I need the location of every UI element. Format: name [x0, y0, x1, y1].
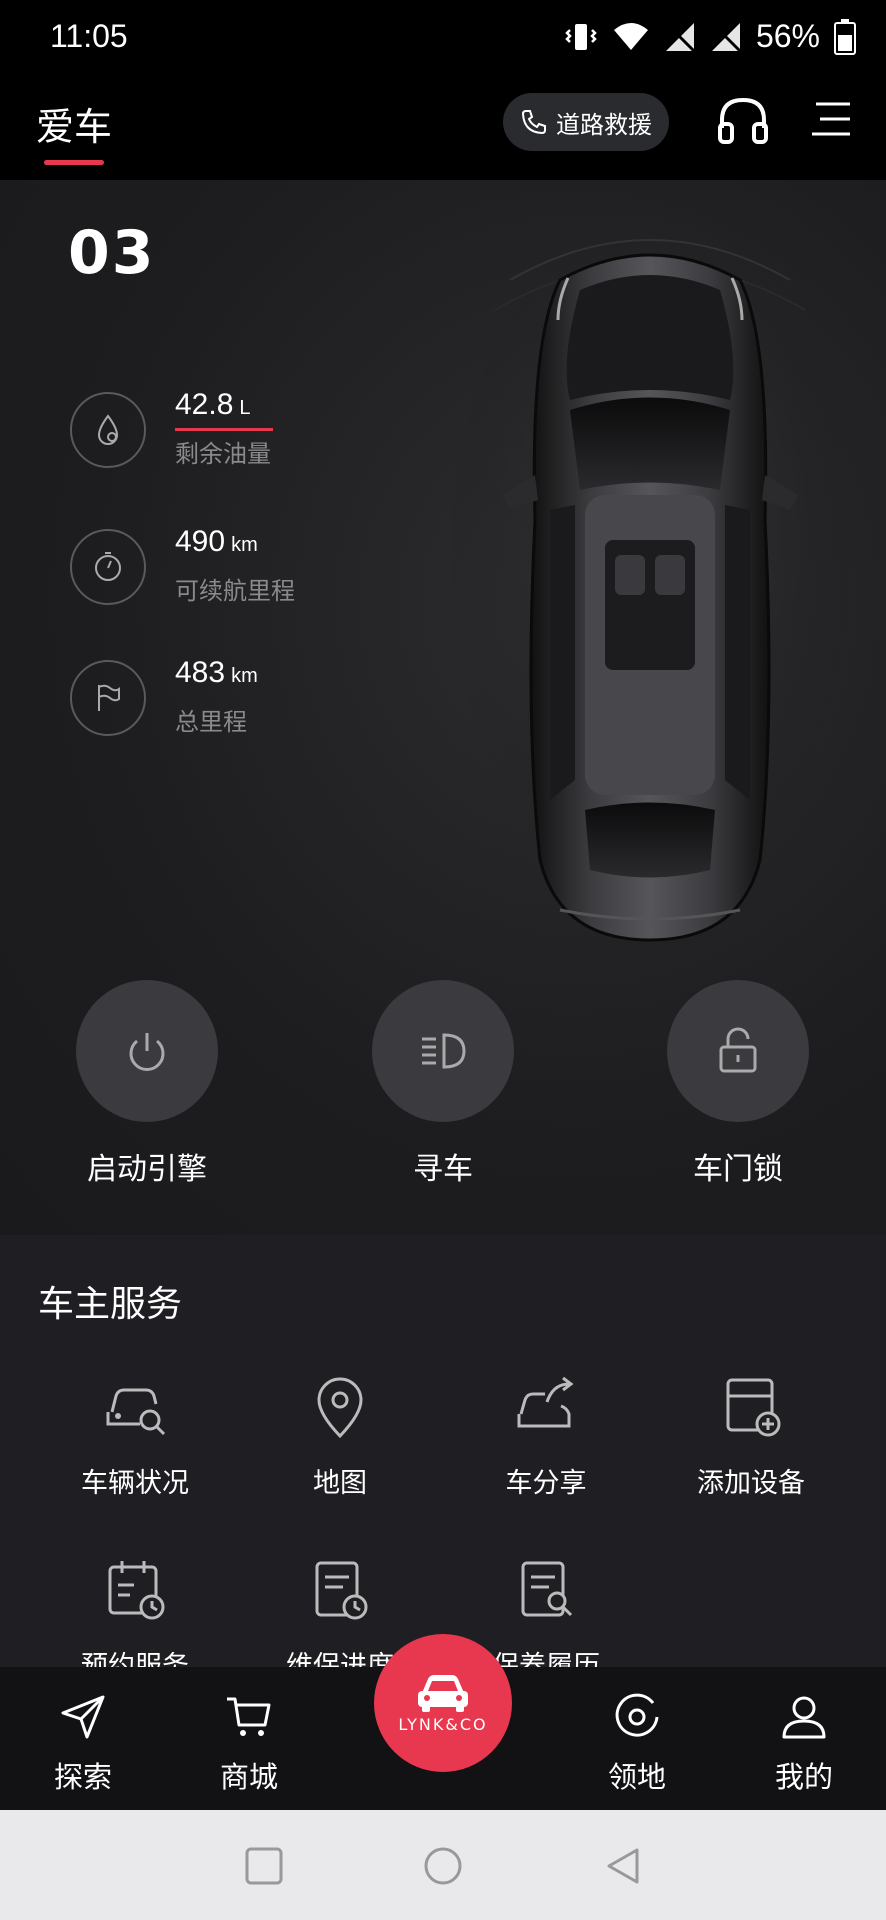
- app-header: 爱车 道路救援: [0, 78, 886, 180]
- start-engine-label: 启动引擎: [87, 1153, 207, 1186]
- door-lock-button[interactable]: [667, 980, 809, 1122]
- recents-icon[interactable]: [242, 1844, 286, 1888]
- odometer-value: 483: [175, 656, 226, 689]
- headlight-icon: [422, 1033, 466, 1069]
- quick-actions: 启动引擎 寻车 车门锁: [0, 980, 886, 1200]
- map-pin-icon: [317, 1377, 363, 1439]
- road-rescue-button[interactable]: 道路救援: [503, 93, 669, 151]
- send-icon: [61, 1695, 105, 1739]
- add-device-icon: [726, 1378, 781, 1437]
- vibrate-icon: [565, 23, 597, 50]
- brand-logo-text: LYNK&CO: [398, 1714, 488, 1734]
- speedometer-icon: [95, 552, 121, 581]
- battery-icon: [834, 18, 856, 55]
- odometer-label: 总里程: [175, 709, 247, 736]
- battery-percent: 56%: [755, 18, 820, 54]
- status-time: 11:05: [50, 18, 128, 54]
- fuel-label: 剩余油量: [175, 441, 271, 468]
- range-unit: km: [231, 534, 258, 556]
- owner-services-section: 车主服务 车辆状况 地图 车分享 添加设备 预约服务 维保进度 保养履历: [0, 1235, 886, 1667]
- service-map[interactable]: 地图: [240, 1372, 440, 1500]
- nav-label: 商城: [219, 1762, 278, 1794]
- status-bar: 11:05 56%: [0, 0, 886, 78]
- car-front-icon: [418, 1674, 468, 1712]
- back-icon[interactable]: [601, 1844, 645, 1888]
- start-engine-button[interactable]: [76, 980, 218, 1122]
- service-label: 添加设备: [697, 1468, 805, 1498]
- headset-icon[interactable]: [716, 94, 770, 148]
- nav-label: 领地: [607, 1762, 666, 1794]
- service-appointment[interactable]: 预约服务: [35, 1555, 235, 1667]
- nav-shop[interactable]: 商城: [189, 1693, 309, 1796]
- nav-label: 探索: [53, 1762, 112, 1794]
- car-top-view-image: [450, 220, 850, 942]
- no-signal-icon-2: [711, 22, 742, 52]
- range-value: 490: [175, 525, 226, 558]
- service-label: 车分享: [505, 1468, 587, 1498]
- wifi-icon: [613, 22, 648, 50]
- fuel-drop-icon: [97, 414, 119, 445]
- vehicle-model: 03: [68, 218, 156, 288]
- start-engine-action[interactable]: 启动引擎: [47, 980, 247, 1188]
- phone-icon: [521, 110, 546, 135]
- document-wrench-icon: [521, 1561, 573, 1617]
- unlock-icon: [719, 1027, 757, 1073]
- find-car-label: 寻车: [413, 1153, 473, 1186]
- service-car-share[interactable]: 车分享: [446, 1372, 646, 1500]
- service-label: 预约服务: [81, 1651, 189, 1667]
- home-icon[interactable]: [421, 1844, 465, 1888]
- car-share-icon: [517, 1376, 574, 1428]
- flag-icon: [98, 684, 120, 711]
- brand-home-button[interactable]: LYNK&CO: [374, 1634, 512, 1772]
- calendar-clock-icon: [108, 1561, 165, 1620]
- service-label: 地图: [313, 1468, 367, 1498]
- range-stat: 490 km 可续航里程: [70, 525, 490, 635]
- target-icon: [615, 1693, 659, 1737]
- section-title: 车主服务: [38, 1283, 183, 1324]
- find-car-action[interactable]: 寻车: [343, 980, 543, 1188]
- service-vehicle-status[interactable]: 车辆状况: [35, 1372, 235, 1500]
- fuel-stat: 42.8 L 剩余油量: [70, 388, 490, 498]
- door-lock-label: 车门锁: [693, 1153, 783, 1186]
- fuel-value: 42.8: [175, 388, 234, 421]
- user-icon: [782, 1696, 826, 1739]
- cart-icon: [227, 1697, 271, 1736]
- title-underline: [44, 160, 104, 165]
- odometer-stat: 483 km 总里程: [70, 656, 490, 766]
- nav-explore[interactable]: 探索: [23, 1693, 143, 1796]
- vehicle-panel: 03 42.8 L 剩余油量 490 km 可续航里程 483 km 总里程 启…: [0, 180, 886, 1235]
- nav-profile[interactable]: 我的: [744, 1693, 864, 1796]
- nav-territory[interactable]: 领地: [577, 1693, 697, 1796]
- nav-label: 我的: [774, 1762, 833, 1794]
- find-car-button[interactable]: [372, 980, 514, 1122]
- menu-icon[interactable]: [810, 98, 852, 140]
- car-search-icon: [106, 1388, 166, 1436]
- fuel-indicator-line: [175, 428, 273, 431]
- road-rescue-label: 道路救援: [556, 111, 652, 139]
- service-add-device[interactable]: 添加设备: [651, 1372, 851, 1500]
- system-navigation-bar: [0, 1810, 886, 1920]
- service-label: 车辆状况: [81, 1468, 189, 1498]
- page-title[interactable]: 爱车: [36, 96, 112, 151]
- fuel-unit: L: [239, 397, 251, 419]
- range-label: 可续航里程: [175, 578, 295, 605]
- power-icon: [129, 1033, 165, 1071]
- door-lock-action[interactable]: 车门锁: [638, 980, 838, 1188]
- odometer-unit: km: [231, 665, 258, 687]
- document-clock-icon: [315, 1561, 368, 1620]
- no-signal-icon: [665, 22, 696, 52]
